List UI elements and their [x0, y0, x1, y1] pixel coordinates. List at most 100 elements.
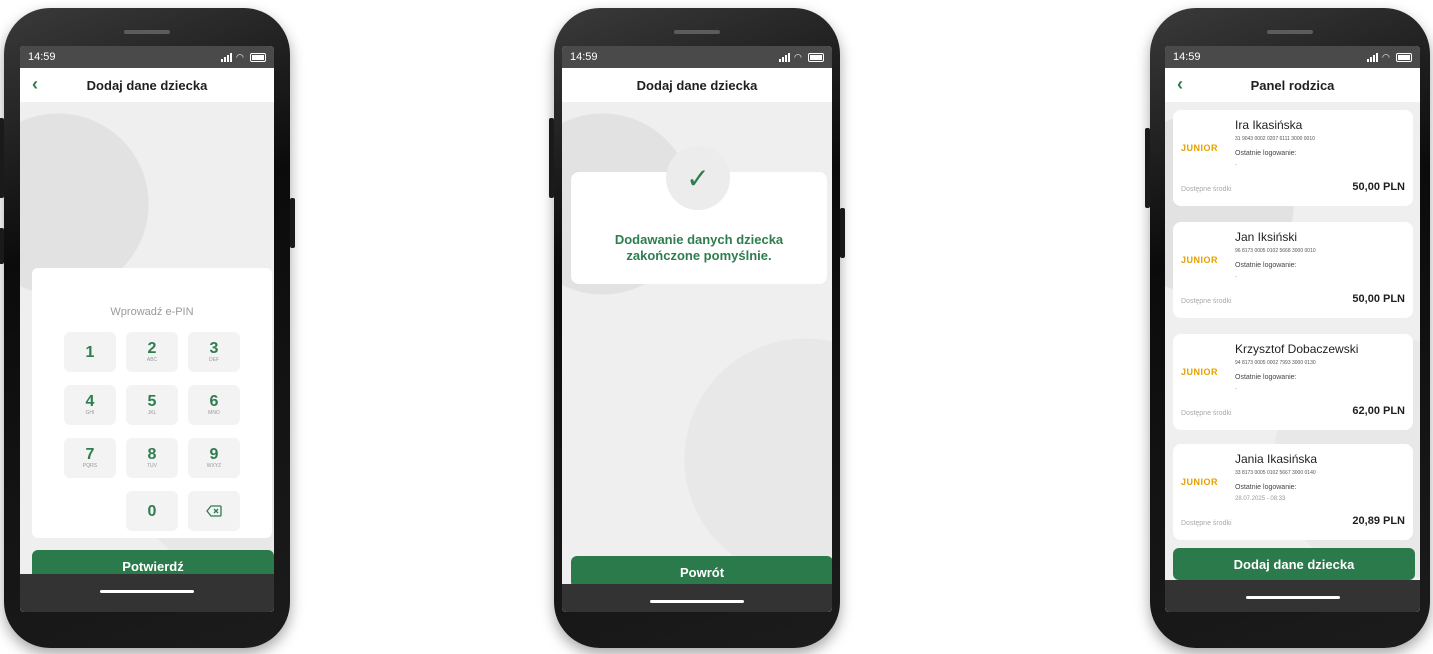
speaker: [1267, 30, 1313, 34]
key-digit: 5: [147, 393, 157, 410]
last-login-value: 28.07.2025 - 08:33: [1235, 496, 1286, 502]
screen: 14:59 ◠ ‹ Dodaj dane dziecka Wprowadź e-…: [20, 46, 274, 612]
funds-value: 62,00 PLN: [1352, 405, 1405, 417]
last-login-label: Ostatnie logowanie:: [1235, 374, 1297, 381]
key-1[interactable]: 1: [64, 332, 116, 372]
last-login-value: -: [1235, 386, 1237, 392]
last-login-label: Ostatnie logowanie:: [1235, 150, 1297, 157]
screen: 14:59 ◠ Dodaj dane dziecka ✓ Dodawanie d…: [562, 46, 832, 612]
key-digit: 8: [147, 446, 157, 463]
backspace-icon: [206, 505, 222, 517]
funds-label: Dostępne środki: [1181, 520, 1232, 527]
last-login-label: Ostatnie logowanie:: [1235, 262, 1297, 269]
child-card[interactable]: JUNIOR Jania Ikasińska 33 8173 0005 0102…: [1173, 444, 1413, 540]
key-letters: GHI: [85, 410, 95, 416]
page-title: Dodaj dane dziecka: [86, 77, 208, 93]
speaker: [124, 30, 170, 34]
keypad: 1 2 ABC 3 DEF 4 GHI 5 JKL 6 MNO 7 PQRS 8 TUV 9W…: [32, 332, 272, 531]
key-letters: JKL: [147, 410, 157, 416]
backspace-key[interactable]: [188, 491, 240, 531]
success-line-1: Dodawanie danych dziecka: [614, 232, 784, 247]
junior-logo: JUNIOR: [1181, 143, 1219, 153]
last-login-label: Ostatnie logowanie:: [1235, 484, 1297, 491]
key-letters: PQRS: [82, 463, 98, 469]
key-letters: WXYZ: [206, 463, 222, 469]
status-bar: 14:59 ◠: [562, 46, 832, 68]
child-card[interactable]: JUNIOR Krzysztof Dobaczewski 94 8173 000…: [1173, 334, 1413, 430]
key-3[interactable]: 3 DEF: [188, 332, 240, 372]
app-bar: Dodaj dane dziecka: [562, 68, 832, 102]
junior-logo: JUNIOR: [1181, 367, 1219, 377]
key-6[interactable]: 6 MNO: [188, 385, 240, 425]
battery-icon: [808, 52, 824, 62]
key-digit: 3: [209, 340, 219, 357]
side-button: [1145, 128, 1150, 208]
status-bar: 14:59 ◠: [20, 46, 274, 68]
child-name: Jan Iksiński: [1235, 230, 1298, 244]
key-letters: TUV: [147, 463, 157, 469]
key-digit: 6: [209, 393, 219, 410]
account-number: 94 8173 0005 0002 7993 3000 0130: [1235, 360, 1316, 366]
key-0[interactable]: 0: [126, 491, 178, 531]
key-7[interactable]: 7 PQRS: [64, 438, 116, 478]
funds-label: Dostępne środki: [1181, 298, 1232, 305]
child-name: Krzysztof Dobaczewski: [1235, 342, 1359, 356]
child-card[interactable]: JUNIOR Jan Iksiński 96 8173 0005 0102 56…: [1173, 222, 1413, 318]
key-letters: DEF: [209, 357, 219, 363]
home-indicator[interactable]: [562, 584, 832, 612]
signal-icon: [1367, 52, 1378, 62]
home-indicator[interactable]: [1165, 580, 1420, 612]
funds-value: 20,89 PLN: [1352, 515, 1405, 527]
side-button: [0, 118, 4, 198]
app-bar: ‹ Dodaj dane dziecka: [20, 68, 274, 102]
junior-logo: JUNIOR: [1181, 477, 1219, 487]
side-button: [290, 198, 295, 248]
back-icon[interactable]: ‹: [32, 74, 38, 95]
key-digit: 0: [147, 502, 157, 520]
key-2[interactable]: 2 ABC: [126, 332, 178, 372]
key-digit: 2: [147, 340, 157, 357]
account-number: 33 8173 0005 0102 5667 3000 0140: [1235, 470, 1316, 476]
funds-value: 50,00 PLN: [1352, 293, 1405, 305]
wifi-icon: ◠: [794, 52, 802, 62]
status-time: 14:59: [28, 51, 56, 63]
key-5[interactable]: 5 JKL: [126, 385, 178, 425]
side-button: [840, 208, 845, 258]
side-button: [549, 118, 554, 198]
page-title: Dodaj dane dziecka: [636, 77, 758, 93]
key-4[interactable]: 4 GHI: [64, 385, 116, 425]
key-digit: 7: [85, 446, 95, 463]
status-icons: ◠: [1367, 52, 1412, 62]
child-name: Ira Ikasińska: [1235, 118, 1303, 132]
phone-parent-panel: 14:59 ◠ ‹ Panel rodzica JUNIOR Ira Ikasi…: [1145, 8, 1430, 648]
status-icons: ◠: [221, 52, 266, 62]
page-title: Panel rodzica: [1250, 77, 1335, 93]
key-9[interactable]: 9 WXYZ: [188, 438, 240, 478]
side-button: [0, 228, 4, 264]
home-indicator[interactable]: [20, 574, 274, 612]
account-number: 31 9043 0002 0207 6111 3000 0010: [1235, 136, 1315, 142]
success-message: Dodawanie danych dziecka zakończone pomy…: [571, 232, 827, 264]
check-icon: ✓: [666, 146, 730, 210]
status-time: 14:59: [570, 51, 598, 63]
back-icon[interactable]: ‹: [1177, 74, 1183, 95]
status-bar: 14:59 ◠: [1165, 46, 1420, 68]
epin-prompt: Wprowadź e-PIN: [110, 306, 194, 318]
battery-icon: [1396, 52, 1412, 62]
key-digit: 1: [85, 343, 95, 361]
wifi-icon: ◠: [236, 52, 244, 62]
junior-logo: JUNIOR: [1181, 255, 1219, 265]
key-8[interactable]: 8 TUV: [126, 438, 178, 478]
success-line-2: zakończone pomyślnie.: [626, 248, 772, 263]
child-card[interactable]: JUNIOR Ira Ikasińska 31 9043 0002 0207 6…: [1173, 110, 1413, 206]
key-letters: MNO: [208, 410, 220, 416]
status-time: 14:59: [1173, 51, 1201, 63]
wifi-icon: ◠: [1382, 52, 1390, 62]
app-bar: ‹ Panel rodzica: [1165, 68, 1420, 102]
status-icons: ◠: [779, 52, 824, 62]
child-name: Jania Ikasińska: [1235, 452, 1318, 466]
add-child-button[interactable]: Dodaj dane dziecka: [1173, 548, 1415, 580]
phone-epin: 14:59 ◠ ‹ Dodaj dane dziecka Wprowadź e-…: [0, 8, 295, 648]
funds-label: Dostępne środki: [1181, 410, 1232, 417]
funds-value: 50,00 PLN: [1352, 181, 1405, 193]
